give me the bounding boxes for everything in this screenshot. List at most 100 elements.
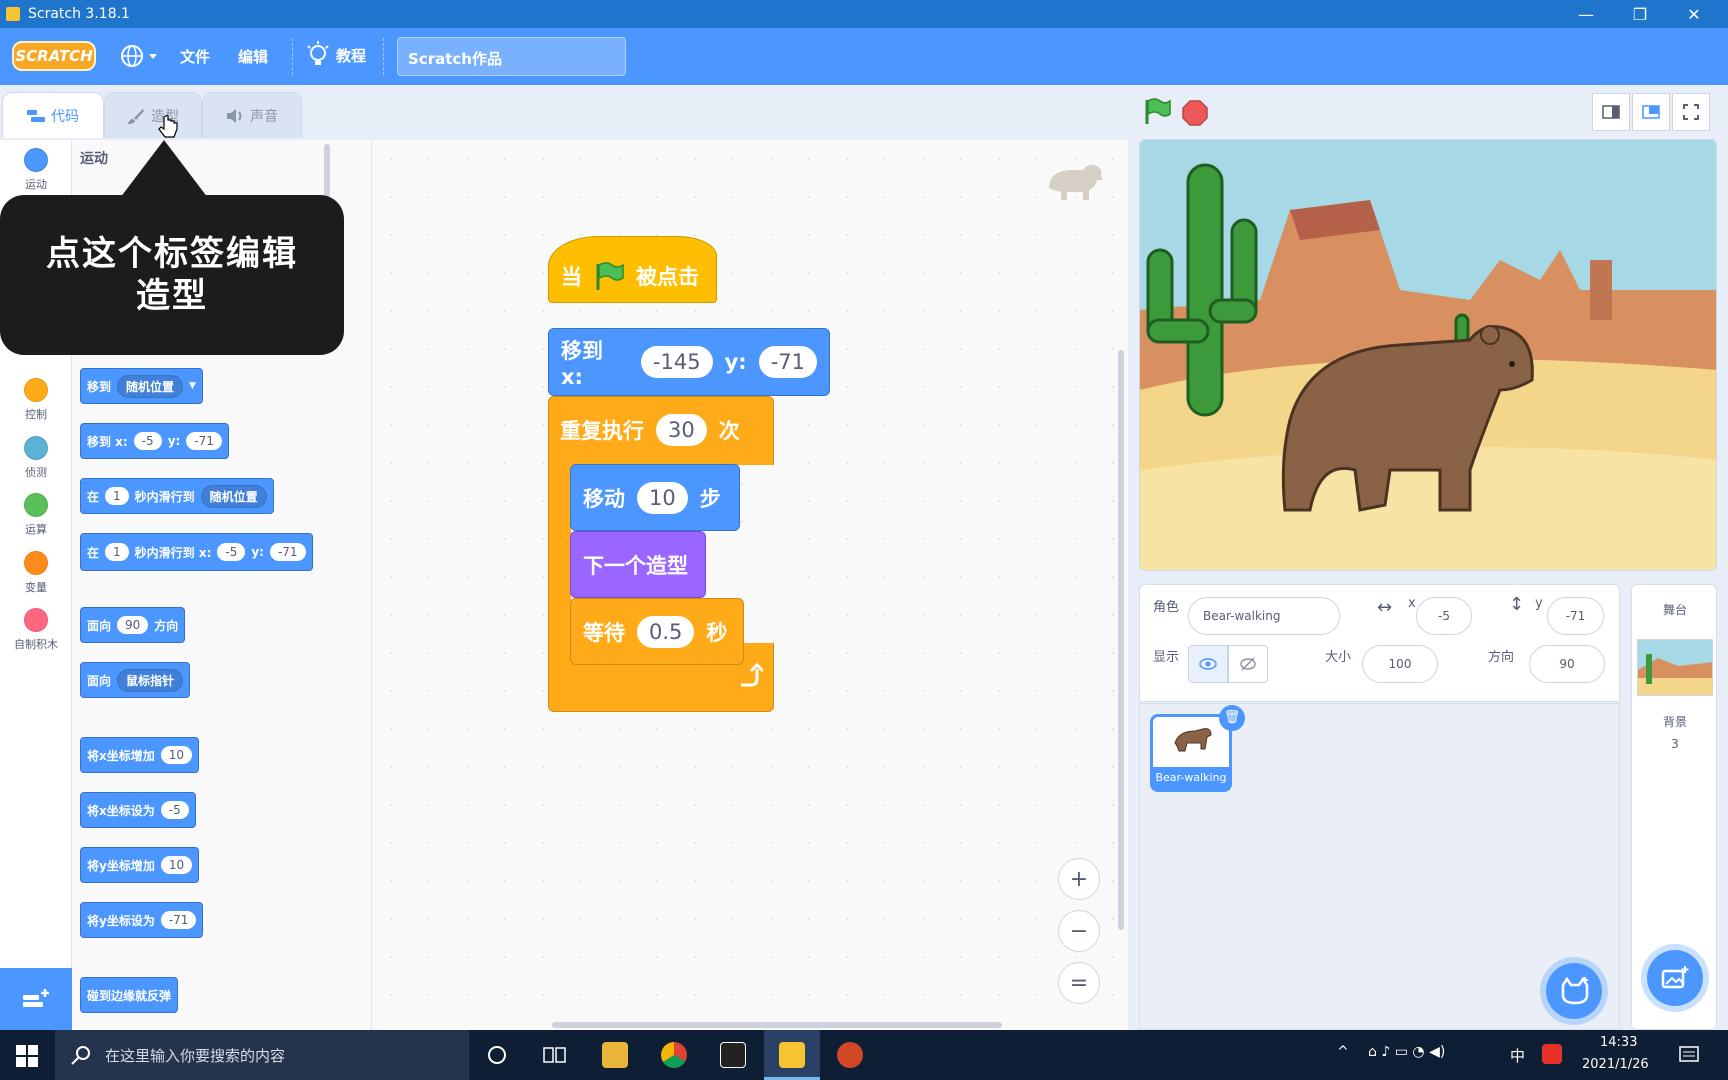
- scratch-logo[interactable]: SCRATCH: [12, 41, 96, 71]
- add-sprite-button[interactable]: [1546, 963, 1602, 1019]
- move-steps-block[interactable]: 移动 10 步: [570, 464, 740, 531]
- backdrop-thumbnail[interactable]: [1637, 639, 1713, 696]
- block-input[interactable]: -71: [186, 432, 222, 450]
- block-input-count[interactable]: 30: [656, 414, 707, 446]
- add-backdrop-button[interactable]: [1647, 950, 1703, 1006]
- workspace-v-scrollbar[interactable]: [1118, 350, 1124, 930]
- block-dropdown[interactable]: 随机位置: [117, 374, 184, 398]
- fullscreen-button[interactable]: [1672, 93, 1710, 131]
- restore-button[interactable]: ❐: [1614, 0, 1666, 28]
- block-input-y[interactable]: -71: [758, 346, 817, 378]
- block-input[interactable]: -71: [269, 543, 306, 561]
- block-input[interactable]: 90: [117, 616, 149, 634]
- minimize-button[interactable]: —: [1560, 0, 1612, 28]
- small-stage-button[interactable]: [1592, 93, 1630, 131]
- workspace-h-scrollbar[interactable]: [552, 1022, 1002, 1028]
- block-text: 碰到边缘就反弹: [87, 988, 172, 1003]
- scratch-taskbar-button[interactable]: [764, 1030, 820, 1080]
- block-change-y[interactable]: 将y坐标增加 10: [80, 847, 200, 883]
- block-input[interactable]: 10: [160, 746, 193, 764]
- code-workspace[interactable]: 当 被点击 移到 x: -145 y: -71 重复执行 30 次 移动 10 …: [372, 140, 1128, 1030]
- file-menu[interactable]: 文件: [180, 46, 210, 67]
- show-sprite-button[interactable]: [1188, 645, 1228, 683]
- green-flag-icon[interactable]: [1142, 97, 1172, 127]
- wait-block[interactable]: 等待 0.5 秒: [570, 598, 744, 665]
- block-change-x[interactable]: 将x坐标增加 10: [80, 737, 200, 773]
- goto-xy-block[interactable]: 移到 x: -145 y: -71: [548, 328, 830, 396]
- sogou-ime-icon[interactable]: [1542, 1044, 1562, 1064]
- block-dropdown[interactable]: 鼠标指针: [117, 668, 184, 692]
- block-dropdown[interactable]: 随机位置: [200, 484, 267, 508]
- direction-input[interactable]: 90: [1529, 645, 1605, 683]
- clock-date[interactable]: 2021/1/26: [1582, 1057, 1649, 1072]
- block-input-seconds[interactable]: 0.5: [637, 615, 695, 648]
- block-input[interactable]: -71: [160, 911, 197, 929]
- block-text: 将x坐标增加: [87, 748, 155, 763]
- x-input[interactable]: -5: [1416, 597, 1472, 635]
- category-motion[interactable]: 运动: [0, 148, 72, 192]
- block-input[interactable]: -5: [160, 801, 189, 819]
- tooltip-arrow: [120, 140, 208, 198]
- block-bounce-on-edge[interactable]: 碰到边缘就反弹: [80, 977, 179, 1013]
- zoom-out-button[interactable]: −: [1058, 910, 1100, 952]
- close-button[interactable]: ✕: [1668, 0, 1720, 28]
- taskbar-search-box[interactable]: 在这里输入你要搜索的内容: [55, 1030, 469, 1080]
- block-input[interactable]: -5: [217, 543, 246, 561]
- category-my-blocks[interactable]: 自制积木: [0, 608, 72, 652]
- project-title-input[interactable]: Scratch作品: [397, 37, 626, 76]
- block-glide-xy[interactable]: 在 1 秒内滑行到 x: -5 y: -71: [80, 533, 313, 571]
- clock-time[interactable]: 14:33: [1600, 1035, 1637, 1050]
- ime-indicator[interactable]: 中: [1510, 1045, 1525, 1066]
- block-goto-random[interactable]: 移到 随机位置 ▼: [80, 368, 203, 404]
- hide-sprite-button[interactable]: [1228, 645, 1268, 683]
- next-costume-block[interactable]: 下一个造型: [570, 531, 706, 598]
- block-input[interactable]: 1: [105, 543, 129, 561]
- y-input[interactable]: -71: [1547, 597, 1604, 635]
- show-hidden-icons[interactable]: ^: [1337, 1044, 1349, 1060]
- sprite-thumbnail-bear-walking[interactable]: Bear-walking 🗑: [1150, 705, 1245, 792]
- category-operators[interactable]: 运算: [0, 493, 72, 537]
- zoom-in-button[interactable]: +: [1058, 858, 1100, 900]
- capcut-icon[interactable]: [720, 1042, 746, 1068]
- category-control[interactable]: 控制: [0, 378, 72, 422]
- powerpoint-icon[interactable]: [837, 1042, 863, 1068]
- tab-costumes[interactable]: 造型: [104, 92, 202, 138]
- repeat-header: 重复执行 30 次: [548, 396, 752, 464]
- block-point-towards[interactable]: 面向 鼠标指针: [80, 662, 191, 698]
- tray-icons[interactable]: ⌂ ♪ ▭ ◔ ◀): [1368, 1044, 1445, 1060]
- chrome-icon[interactable]: [661, 1042, 687, 1068]
- size-input[interactable]: 100: [1362, 645, 1438, 683]
- stage-canvas[interactable]: [1139, 139, 1717, 571]
- block-input[interactable]: -5: [133, 432, 162, 450]
- block-text: 步: [699, 486, 721, 511]
- file-explorer-icon[interactable]: [602, 1042, 628, 1068]
- tab-sounds[interactable]: 声音: [202, 92, 302, 138]
- notification-center-icon[interactable]: [1678, 1044, 1700, 1066]
- edit-menu[interactable]: 编辑: [238, 46, 268, 67]
- sprite-name-input[interactable]: Bear-walking: [1188, 597, 1340, 635]
- extensions-button[interactable]: [0, 968, 72, 1030]
- category-variables[interactable]: 变量: [0, 551, 72, 595]
- large-stage-button[interactable]: [1632, 93, 1670, 131]
- block-text: 秒: [706, 620, 728, 645]
- delete-sprite-button[interactable]: 🗑: [1219, 705, 1245, 731]
- block-input[interactable]: 1: [105, 487, 129, 505]
- tab-code[interactable]: 代码: [2, 92, 104, 138]
- block-point-direction[interactable]: 面向 90 方向: [80, 607, 186, 643]
- cortana-icon[interactable]: [486, 1044, 508, 1066]
- windows-start-icon[interactable]: [16, 1045, 38, 1067]
- block-input-x[interactable]: -145: [640, 346, 713, 378]
- block-set-y[interactable]: 将y坐标设为 -71: [80, 902, 204, 938]
- category-sensing[interactable]: 侦测: [0, 436, 72, 480]
- block-input-steps[interactable]: 10: [637, 481, 688, 514]
- block-glide-random[interactable]: 在 1 秒内滑行到 随机位置: [80, 478, 274, 514]
- hat-block-green-flag[interactable]: 当 被点击: [548, 236, 717, 303]
- block-input[interactable]: 10: [160, 856, 193, 874]
- tutorials-menu[interactable]: 教程: [306, 41, 366, 69]
- zoom-reset-button[interactable]: =: [1058, 962, 1100, 1004]
- block-set-x[interactable]: 将x坐标设为 -5: [80, 792, 196, 828]
- task-view-icon[interactable]: [542, 1044, 566, 1066]
- stop-icon[interactable]: [1181, 99, 1209, 127]
- language-menu[interactable]: [120, 42, 160, 70]
- block-goto-xy[interactable]: 移到 x: -5 y: -71: [80, 423, 229, 459]
